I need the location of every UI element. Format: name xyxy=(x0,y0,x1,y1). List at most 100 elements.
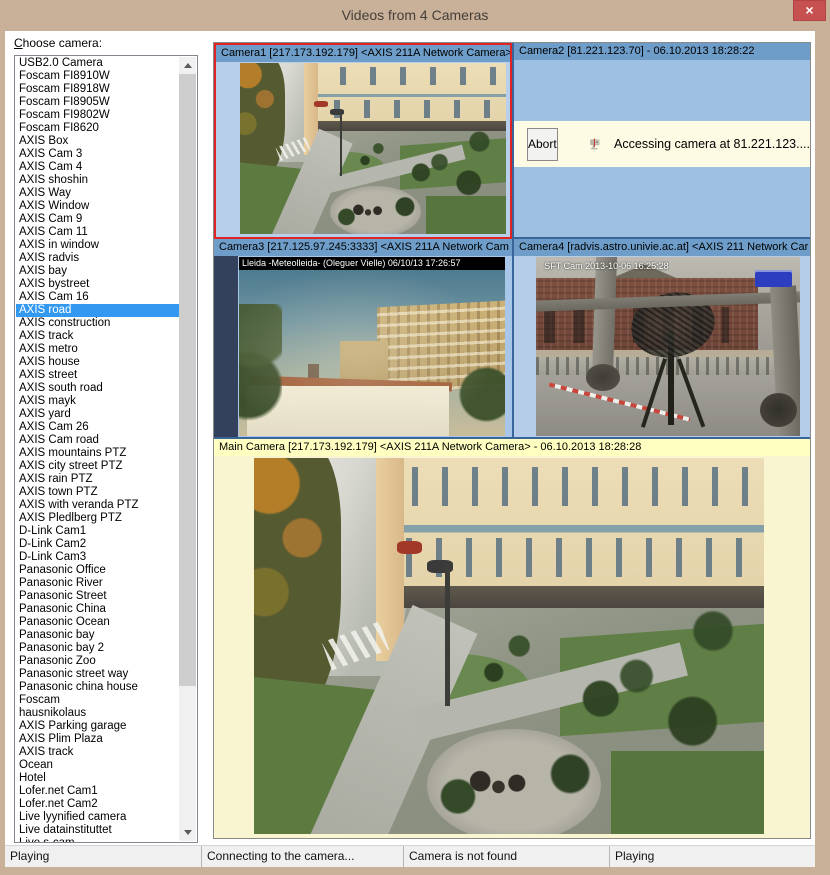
camera-grid-row1: Camera1 [217.173.192.179] <AXIS 211A Net… xyxy=(214,43,810,239)
camera-list-item[interactable]: Panasonic Zoo xyxy=(16,655,179,668)
camera-list-item[interactable]: Panasonic Street xyxy=(16,590,179,603)
camera-list-item[interactable]: Live s-cam xyxy=(16,837,179,842)
close-icon: × xyxy=(805,2,813,18)
camera4-view[interactable]: SFT Cam 2013-10-06 16:25:28 xyxy=(514,256,810,437)
title-bar[interactable]: Videos from 4 Cameras × xyxy=(0,0,830,31)
camera-list-item[interactable]: AXIS Cam road xyxy=(16,434,179,447)
camera-list-item[interactable]: Foscam FI8905W xyxy=(16,96,179,109)
camera-list-item[interactable]: AXIS yard xyxy=(16,408,179,421)
camera-list-item[interactable]: AXIS bay xyxy=(16,265,179,278)
status-panel: Playing xyxy=(610,846,815,867)
camera-list-item[interactable]: AXIS house xyxy=(16,356,179,369)
camera-list-item[interactable]: Foscam FI8918W xyxy=(16,83,179,96)
camera2-view: Abort Accessing camera at 81.221.123.... xyxy=(514,60,810,237)
camera-list-item[interactable]: Panasonic China xyxy=(16,603,179,616)
camera-list-item[interactable]: AXIS Cam 3 xyxy=(16,148,179,161)
camera-list-item[interactable]: AXIS rain PTZ xyxy=(16,473,179,486)
camera-list-item[interactable]: AXIS south road xyxy=(16,382,179,395)
camera-list-item[interactable]: Panasonic bay xyxy=(16,629,179,642)
camera-list[interactable]: USB2.0 CameraFoscam FI8910WFoscam FI8918… xyxy=(14,55,198,843)
camera-list-item[interactable]: D-Link Cam3 xyxy=(16,551,179,564)
camera-list-item[interactable]: AXIS city street PTZ xyxy=(16,460,179,473)
camera-list-item[interactable]: hausnikolaus xyxy=(16,707,179,720)
scene-haze-overlay xyxy=(239,257,505,436)
camera-list-item[interactable]: Live datainstituttet xyxy=(16,824,179,837)
camera-list-item[interactable]: AXIS mayk xyxy=(16,395,179,408)
camera-list-item[interactable]: AXIS Way xyxy=(16,187,179,200)
scroll-down-button[interactable] xyxy=(179,824,196,841)
close-button[interactable]: × xyxy=(793,0,826,21)
scrollbar-thumb[interactable] xyxy=(179,74,196,686)
camera-list-item[interactable]: Panasonic china house xyxy=(16,681,179,694)
camera4-overlay-text: SFT Cam 2013-10-06 16:25:28 xyxy=(541,261,668,271)
camera-list-item[interactable]: AXIS metro xyxy=(16,343,179,356)
camera-list-scrollbar[interactable] xyxy=(179,57,196,841)
camera-list-item[interactable]: AXIS Box xyxy=(16,135,179,148)
status-panel: Camera is not found xyxy=(404,846,610,867)
camera3-panel[interactable]: Camera3 [217.125.97.245:3333] <AXIS 211A… xyxy=(214,239,512,439)
camera-list-items: USB2.0 CameraFoscam FI8910WFoscam FI8918… xyxy=(16,57,179,842)
camera4-video-frame[interactable]: SFT Cam 2013-10-06 16:25:28 xyxy=(536,257,800,436)
chevron-down-icon xyxy=(184,830,192,835)
camera-list-item[interactable]: AXIS Cam 4 xyxy=(16,161,179,174)
camera3-view[interactable]: Lleida -Meteolleida- (Oleguer Vielle) 06… xyxy=(214,256,512,437)
camera-list-item[interactable]: AXIS Plim Plaza xyxy=(16,733,179,746)
camera-list-item[interactable]: Panasonic Office xyxy=(16,564,179,577)
camera-list-item[interactable]: Foscam FI8620 xyxy=(16,122,179,135)
camera4-header: Camera4 [radvis.astro.univie.ac.at] <AXI… xyxy=(514,239,810,256)
scene-logo-badge xyxy=(755,270,792,288)
camera-list-item[interactable]: AXIS track xyxy=(16,330,179,343)
camera-list-item[interactable]: Hotel xyxy=(16,772,179,785)
camera-offline-icon xyxy=(588,127,602,161)
camera1-view[interactable] xyxy=(216,62,510,237)
scroll-up-button[interactable] xyxy=(179,57,196,74)
camera-list-item[interactable]: USB2.0 Camera xyxy=(16,57,179,70)
camera-list-item[interactable]: AXIS mountains PTZ xyxy=(16,447,179,460)
camera2-panel[interactable]: Camera2 [81.221.123.70] - 06.10.2013 18:… xyxy=(512,43,810,239)
camera-list-item[interactable]: D-Link Cam1 xyxy=(16,525,179,538)
main-camera-video-frame[interactable] xyxy=(254,458,764,834)
camera-list-item[interactable]: Panasonic bay 2 xyxy=(16,642,179,655)
camera-list-item[interactable]: Foscam xyxy=(16,694,179,707)
camera-list-item[interactable]: Panasonic street way xyxy=(16,668,179,681)
camera-list-item[interactable]: AXIS Cam 26 xyxy=(16,421,179,434)
main-camera-view[interactable] xyxy=(214,456,810,838)
camera-list-item[interactable]: AXIS construction xyxy=(16,317,179,330)
camera-list-item[interactable]: Ocean xyxy=(16,759,179,772)
camera-list-item[interactable]: AXIS Cam 9 xyxy=(16,213,179,226)
camera-list-item[interactable]: AXIS street xyxy=(16,369,179,382)
camera-list-item[interactable]: AXIS road xyxy=(16,304,179,317)
camera-list-item[interactable]: Foscam FI9802W xyxy=(16,109,179,122)
camera-list-item[interactable]: AXIS Cam 11 xyxy=(16,226,179,239)
camera-list-item[interactable]: AXIS town PTZ xyxy=(16,486,179,499)
camera-list-item[interactable]: AXIS Pledlberg PTZ xyxy=(16,512,179,525)
camera-list-item[interactable]: AXIS track xyxy=(16,746,179,759)
camera-list-item[interactable]: AXIS Parking garage xyxy=(16,720,179,733)
main-camera-header: Main Camera [217.173.192.179] <AXIS 211A… xyxy=(214,439,810,456)
camera-list-item[interactable]: AXIS shoshin xyxy=(16,174,179,187)
camera-list-item[interactable]: Foscam FI8910W xyxy=(16,70,179,83)
camera-list-item[interactable]: AXIS Cam 16 xyxy=(16,291,179,304)
dialog-client: Choose camera: USB2.0 CameraFoscam FI891… xyxy=(5,31,815,867)
chevron-up-icon xyxy=(184,63,192,68)
main-camera-panel[interactable]: Main Camera [217.173.192.179] <AXIS 211A… xyxy=(214,439,810,838)
camera3-video-frame[interactable]: Lleida -Meteolleida- (Oleguer Vielle) 06… xyxy=(239,257,505,436)
camera-list-item[interactable]: Lofer.net Cam2 xyxy=(16,798,179,811)
camera-list-item[interactable]: AXIS bystreet xyxy=(16,278,179,291)
status-panel: Connecting to the camera... xyxy=(202,846,404,867)
camera-list-item[interactable]: AXIS Window xyxy=(16,200,179,213)
camera-list-item[interactable]: AXIS radvis xyxy=(16,252,179,265)
camera-list-item[interactable]: Live lyynified camera xyxy=(16,811,179,824)
camera-list-item[interactable]: AXIS with veranda PTZ xyxy=(16,499,179,512)
camera-list-item[interactable]: Panasonic Ocean xyxy=(16,616,179,629)
choose-camera-label: Choose camera: xyxy=(14,36,102,50)
camera1-panel[interactable]: Camera1 [217.173.192.179] <AXIS 211A Net… xyxy=(214,43,512,239)
scene-statues xyxy=(352,203,384,220)
camera-list-item[interactable]: AXIS in window xyxy=(16,239,179,252)
abort-button[interactable]: Abort xyxy=(527,128,558,161)
camera4-panel[interactable]: Camera4 [radvis.astro.univie.ac.at] <AXI… xyxy=(512,239,810,439)
camera1-video-frame[interactable] xyxy=(240,63,506,234)
camera-list-item[interactable]: D-Link Cam2 xyxy=(16,538,179,551)
camera-list-item[interactable]: Lofer.net Cam1 xyxy=(16,785,179,798)
camera-list-item[interactable]: Panasonic River xyxy=(16,577,179,590)
